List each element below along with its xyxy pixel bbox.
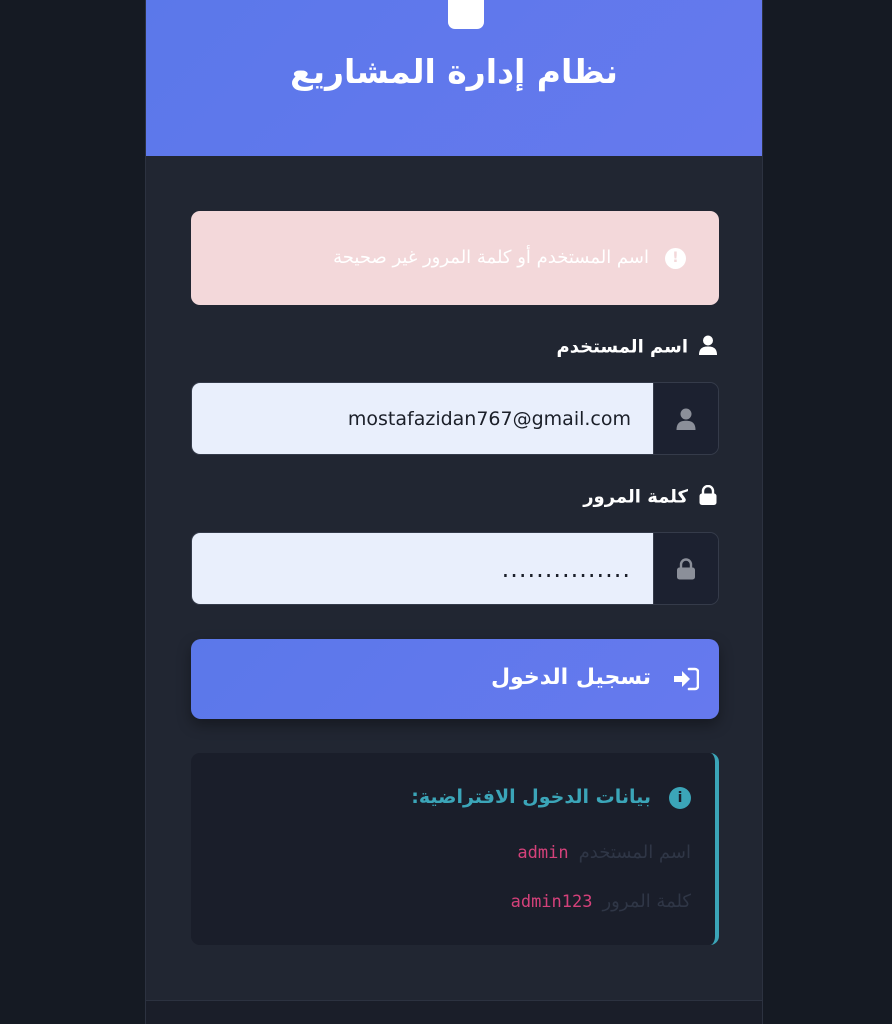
- login-card: نظام إدارة المشاريع ! اسم المستخدم أو كل…: [145, 0, 763, 1024]
- sign-in-icon: [673, 667, 700, 694]
- password-input[interactable]: [192, 533, 653, 604]
- username-input[interactable]: [192, 383, 653, 454]
- info-value: admin: [517, 843, 569, 863]
- username-addon: [653, 383, 718, 454]
- card-header: نظام إدارة المشاريع: [146, 0, 762, 156]
- card-footer: [146, 1000, 762, 1024]
- password-label-text: كلمة المرور: [583, 486, 688, 508]
- login-button[interactable]: تسجيل الدخول: [191, 639, 719, 719]
- lock-icon: [698, 484, 718, 510]
- clipboard-icon: [448, 0, 484, 29]
- password-label: كلمة المرور: [583, 484, 718, 510]
- info-value: admin123: [510, 892, 593, 912]
- info-circle-icon: i: [669, 787, 691, 809]
- login-button-label: تسجيل الدخول: [490, 665, 651, 690]
- username-group: [191, 382, 719, 455]
- user-icon: [698, 335, 718, 360]
- info-title: بيانات الدخول الافتراضية:: [411, 786, 651, 808]
- password-group: [191, 532, 719, 605]
- username-label: اسم المستخدم: [557, 335, 718, 360]
- default-credentials-box: i بيانات الدخول الافتراضية: اسم المستخدم…: [191, 753, 719, 945]
- user-icon: [676, 408, 696, 430]
- info-row-username: اسم المستخدم admin: [517, 842, 691, 863]
- lock-icon: [677, 557, 695, 579]
- username-label-text: اسم المستخدم: [556, 336, 688, 358]
- info-row-password: كلمة المرور admin123: [511, 891, 691, 912]
- alert-message: اسم المستخدم أو كلمة المرور غير صحيحة: [333, 247, 649, 268]
- info-key: اسم المستخدم: [578, 842, 691, 863]
- exclamation-circle-icon: !: [665, 248, 686, 269]
- error-alert: ! اسم المستخدم أو كلمة المرور غير صحيحة: [191, 211, 719, 305]
- info-key: كلمة المرور: [602, 891, 691, 912]
- password-addon: [653, 533, 718, 604]
- page-title: نظام إدارة المشاريع: [290, 52, 618, 91]
